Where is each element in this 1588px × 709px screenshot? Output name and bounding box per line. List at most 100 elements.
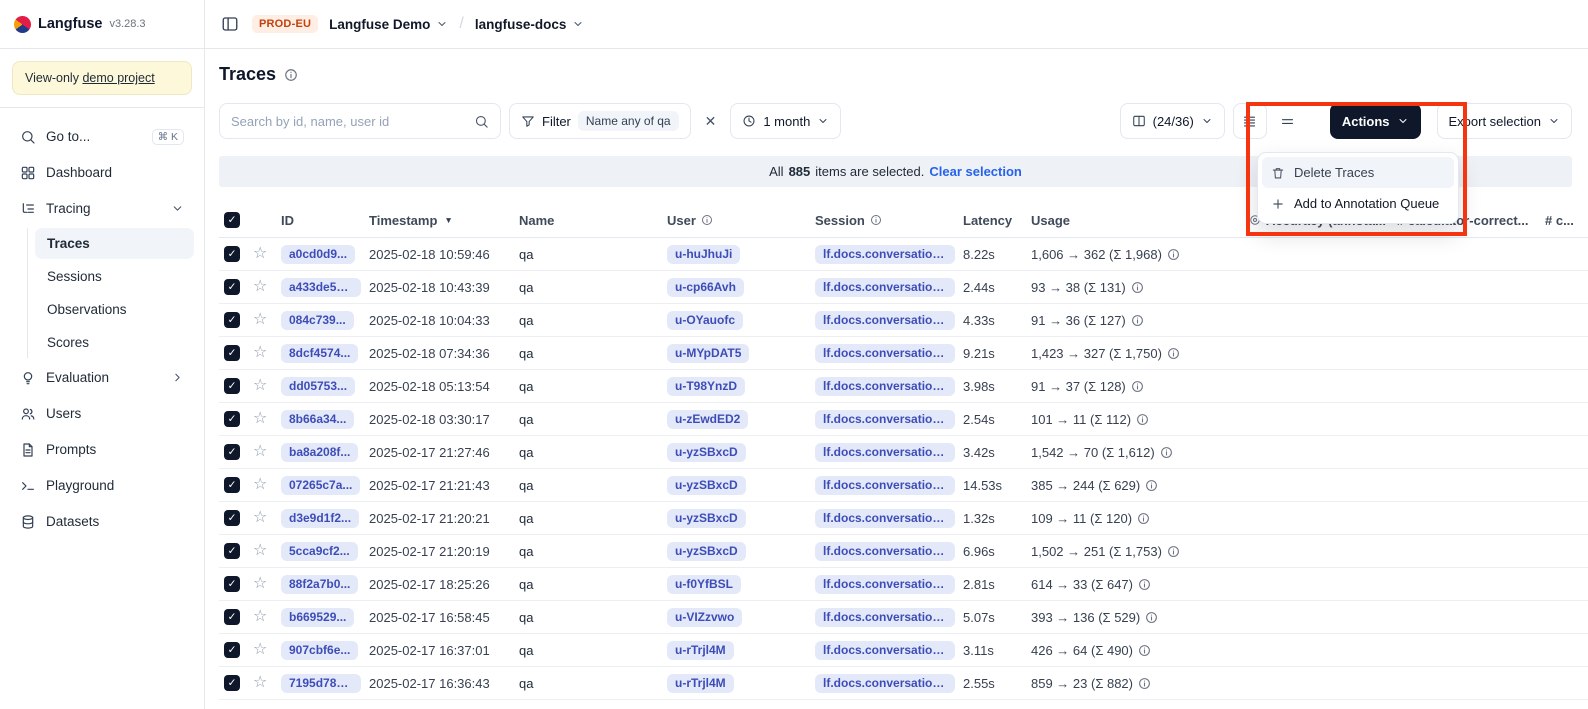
info-icon[interactable] (1145, 611, 1158, 624)
info-icon[interactable] (1167, 545, 1180, 558)
session-badge[interactable]: lf.docs.conversation... (815, 641, 955, 660)
bookmark-star-icon[interactable]: ☆ (253, 345, 267, 361)
table-row[interactable]: ✓ ☆ ba8a208f... 2025-02-17 21:27:46 qa u… (219, 436, 1588, 469)
table-row[interactable]: ✓ ☆ 8dcf4574... 2025-02-18 07:34:36 qa u… (219, 337, 1588, 370)
select-all-checkbox[interactable]: ✓ (224, 212, 240, 228)
user-badge[interactable]: u-rTrjl4M (667, 641, 734, 660)
bookmark-star-icon[interactable]: ☆ (253, 543, 267, 559)
table-row[interactable]: ✓ ☆ a433de51... 2025-02-18 10:43:39 qa u… (219, 271, 1588, 304)
session-badge[interactable]: lf.docs.conversation... (815, 542, 955, 561)
user-badge[interactable]: u-OYauofc (667, 311, 743, 330)
column-header-usage[interactable]: Usage (1031, 213, 1249, 228)
sidebar-item-traces[interactable]: Traces (35, 228, 194, 259)
session-badge[interactable]: lf.docs.conversation... (815, 245, 955, 264)
sidebar-item-evaluation[interactable]: Evaluation (10, 361, 194, 394)
info-icon[interactable] (284, 68, 298, 82)
info-icon[interactable] (870, 214, 882, 226)
trace-id-badge[interactable]: 7195d78e... (281, 674, 361, 693)
info-icon[interactable] (1136, 413, 1149, 426)
table-row[interactable]: ✓ ☆ 88f2a7b0... 2025-02-17 18:25:26 qa u… (219, 568, 1588, 601)
row-checkbox[interactable]: ✓ (224, 675, 240, 691)
session-badge[interactable]: lf.docs.conversation... (815, 377, 955, 396)
table-row[interactable]: ✓ ☆ dd05753... 2025-02-18 05:13:54 qa u-… (219, 370, 1588, 403)
user-badge[interactable]: u-zEwdED2 (667, 410, 748, 429)
bookmark-star-icon[interactable]: ☆ (253, 411, 267, 427)
session-badge[interactable]: lf.docs.conversation... (815, 575, 955, 594)
bookmark-star-icon[interactable]: ☆ (253, 477, 267, 493)
bookmark-star-icon[interactable]: ☆ (253, 246, 267, 262)
filter-chip[interactable]: Name any of qa (578, 111, 679, 131)
row-checkbox[interactable]: ✓ (224, 279, 240, 295)
sidebar-item-dashboard[interactable]: Dashboard (10, 156, 194, 189)
row-checkbox[interactable]: ✓ (224, 543, 240, 559)
info-icon[interactable] (1131, 281, 1144, 294)
sidebar-item-prompts[interactable]: Prompts (10, 433, 194, 466)
bookmark-star-icon[interactable]: ☆ (253, 576, 267, 592)
info-icon[interactable] (1167, 248, 1180, 261)
user-badge[interactable]: u-yzSBxcD (667, 476, 746, 495)
session-badge[interactable]: lf.docs.conversation... (815, 608, 955, 627)
sidebar-item-users[interactable]: Users (10, 397, 194, 430)
user-badge[interactable]: u-yzSBxcD (667, 542, 746, 561)
clear-selection-link[interactable]: Clear selection (929, 164, 1022, 179)
table-row[interactable]: ✓ ☆ 5cca9cf2... 2025-02-17 21:20:19 qa u… (219, 535, 1588, 568)
sidebar-item-playground[interactable]: Playground (10, 469, 194, 502)
session-badge[interactable]: lf.docs.conversation... (815, 674, 955, 693)
filter-button[interactable]: Filter Name any of qa (509, 103, 691, 139)
columns-button[interactable]: (24/36) (1120, 103, 1225, 139)
user-badge[interactable]: u-f0YfBSL (667, 575, 741, 594)
session-badge[interactable]: lf.docs.conversation... (815, 344, 955, 363)
row-checkbox[interactable]: ✓ (224, 411, 240, 427)
bookmark-star-icon[interactable]: ☆ (253, 609, 267, 625)
session-badge[interactable]: lf.docs.conversation... (815, 311, 955, 330)
demo-project-link[interactable]: demo project (82, 71, 154, 85)
session-badge[interactable]: lf.docs.conversation... (815, 476, 955, 495)
row-checkbox[interactable]: ✓ (224, 378, 240, 394)
bookmark-star-icon[interactable]: ☆ (253, 312, 267, 328)
row-checkbox[interactable]: ✓ (224, 477, 240, 493)
session-badge[interactable]: lf.docs.conversation... (815, 410, 955, 429)
table-row[interactable]: ✓ ☆ a0cd0d9... 2025-02-18 10:59:46 qa u-… (219, 238, 1588, 271)
bookmark-star-icon[interactable]: ☆ (253, 279, 267, 295)
trace-id-badge[interactable]: d3e9d1f2... (281, 509, 359, 528)
row-checkbox[interactable]: ✓ (224, 312, 240, 328)
table-row[interactable]: ✓ ☆ 084c739... 2025-02-18 10:04:33 qa u-… (219, 304, 1588, 337)
trace-id-badge[interactable]: dd05753... (281, 377, 355, 396)
sidebar-item-sessions[interactable]: Sessions (35, 261, 194, 292)
trace-id-badge[interactable]: 8b66a34... (281, 410, 354, 429)
user-badge[interactable]: u-cp66Avh (667, 278, 744, 297)
info-icon[interactable] (1145, 479, 1158, 492)
session-badge[interactable]: lf.docs.conversation... (815, 509, 955, 528)
sidebar-item-tracing[interactable]: Tracing (10, 192, 194, 225)
row-checkbox[interactable]: ✓ (224, 576, 240, 592)
user-badge[interactable]: u-yzSBxcD (667, 509, 746, 528)
user-badge[interactable]: u-MYpDAT5 (667, 344, 749, 363)
menu-item-add-to-annotation-queue[interactable]: Add to Annotation Queue (1262, 188, 1454, 219)
user-badge[interactable]: u-huJhuJi (667, 245, 740, 264)
info-icon[interactable] (1138, 578, 1151, 591)
column-header-id[interactable]: ID (281, 213, 369, 228)
row-checkbox[interactable]: ✓ (224, 642, 240, 658)
menu-item-delete-traces[interactable]: Delete Traces (1262, 157, 1454, 188)
sidebar-item-datasets[interactable]: Datasets (10, 505, 194, 538)
trace-id-badge[interactable]: 907cbf6e... (281, 641, 358, 660)
breadcrumb-project[interactable]: langfuse-docs (475, 17, 585, 32)
column-header-session[interactable]: Session (815, 213, 963, 228)
row-checkbox[interactable]: ✓ (224, 345, 240, 361)
trace-id-badge[interactable]: a0cd0d9... (281, 245, 355, 264)
trace-id-badge[interactable]: 88f2a7b0... (281, 575, 358, 594)
row-checkbox[interactable]: ✓ (224, 246, 240, 262)
sidebar-toggle-button[interactable] (219, 13, 241, 35)
info-icon[interactable] (701, 214, 713, 226)
time-range-button[interactable]: 1 month (730, 103, 841, 139)
row-height-short-button[interactable] (1275, 103, 1300, 139)
search-input[interactable] (231, 114, 466, 129)
column-header-latency[interactable]: Latency (963, 213, 1031, 228)
column-header-name[interactable]: Name (519, 213, 667, 228)
info-icon[interactable] (1131, 380, 1144, 393)
trace-id-badge[interactable]: ba8a208f... (281, 443, 358, 462)
user-badge[interactable]: u-VIZzvwo (667, 608, 742, 627)
info-icon[interactable] (1167, 347, 1180, 360)
trace-id-badge[interactable]: 07265c7a... (281, 476, 360, 495)
row-checkbox[interactable]: ✓ (224, 510, 240, 526)
